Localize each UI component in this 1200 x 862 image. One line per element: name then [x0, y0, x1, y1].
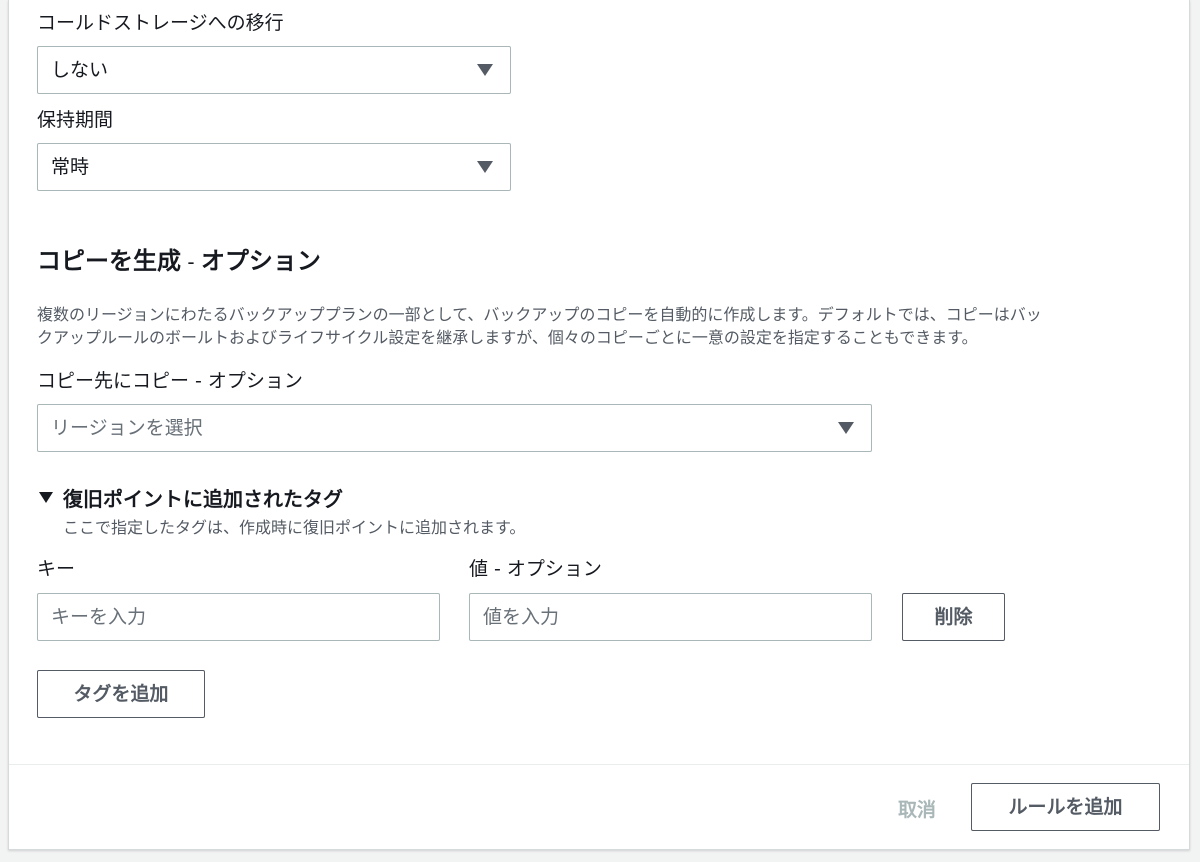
- cold-storage-value: しない: [51, 59, 109, 81]
- tags-section-toggle[interactable]: 復旧ポイントに追加されたタグ: [37, 483, 397, 511]
- remove-tag-button[interactable]: 削除: [902, 593, 1005, 641]
- cold-storage-label: コールドストレージへの移行: [37, 12, 284, 34]
- cancel-button[interactable]: 取消: [898, 795, 936, 822]
- tags-section-hint: ここで指定したタグは、作成時に復旧ポイントに追加されます。: [63, 518, 526, 537]
- retention-select[interactable]: 常時: [37, 143, 511, 191]
- caret-down-icon: [477, 161, 493, 173]
- caret-down-icon: [39, 492, 53, 503]
- copy-destination-label: コピー先にコピー - オプション: [37, 370, 303, 392]
- copy-destination-placeholder: リージョンを選択: [51, 417, 203, 439]
- copy-description-line-2: クアップルールのボールトおよびライフサイクル設定を継承しますが、個々のコピーごと…: [37, 328, 978, 347]
- copy-section-title-optional: オプション: [200, 247, 321, 275]
- footer-divider: [9, 764, 1189, 765]
- retention-label: 保持期間: [37, 109, 114, 131]
- tag-key-label: キー: [37, 558, 76, 580]
- copy-section-heading: コピーを生成 - オプション: [37, 246, 321, 277]
- copy-section-description: 複数のリージョンにわたるバックアッププランの一部として、バックアップのコピーを自…: [37, 303, 1167, 349]
- tags-section-title: 復旧ポイントに追加されたタグ: [63, 487, 343, 511]
- retention-value: 常時: [51, 156, 90, 178]
- copy-destination-select[interactable]: リージョンを選択: [37, 404, 872, 452]
- copy-section-title-separator: -: [181, 250, 201, 274]
- add-rule-button[interactable]: ルールを追加: [971, 783, 1160, 831]
- tag-key-input[interactable]: [37, 593, 440, 641]
- copy-section-title: コピーを生成: [37, 247, 181, 275]
- caret-down-icon: [838, 422, 854, 434]
- tag-value-input[interactable]: [469, 593, 872, 641]
- tag-value-label: 値 - オプション: [469, 558, 602, 580]
- copy-description-line-1: 複数のリージョンにわたるバックアッププランの一部として、バックアップのコピーを自…: [37, 305, 1042, 324]
- cold-storage-select[interactable]: しない: [37, 46, 511, 94]
- rule-form-panel: コールドストレージへの移行 しない 保持期間 常時 コピーを生成 - オプション…: [8, 0, 1190, 850]
- add-tag-button[interactable]: タグを追加: [37, 670, 205, 718]
- caret-down-icon: [477, 64, 493, 76]
